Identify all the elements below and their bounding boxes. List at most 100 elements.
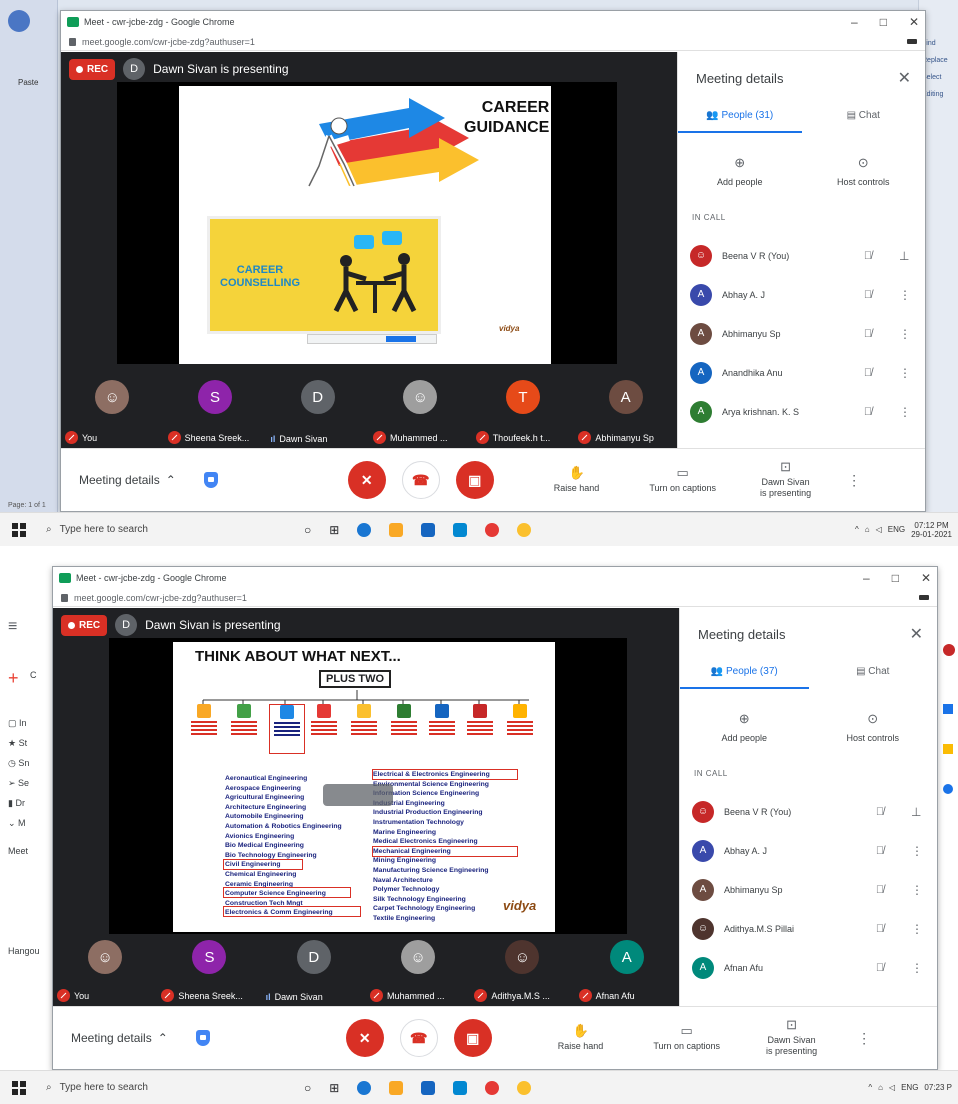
clock[interactable]: 07:23 P [924,1083,952,1092]
tile-abhimanyu[interactable]: A Abhimanyu Sp [574,366,677,448]
opera-icon[interactable] [485,1080,500,1095]
volume-icon[interactable]: ◁ [876,525,882,534]
network-icon[interactable]: ⌂ [878,1083,883,1092]
cortana-icon[interactable]: ○ [304,1081,311,1095]
leave-call-button[interactable]: ☎ [399,1019,438,1057]
office-button-icon[interactable] [8,10,30,32]
windows-start-icon[interactable] [12,522,26,537]
camera-indicator-icon[interactable] [907,39,917,44]
replace-label[interactable]: Replace [922,57,955,64]
url-text[interactable]: meet.google.com/cwr-jcbe-zdg?authuser=1 [82,37,255,47]
list-item[interactable]: A Afnan Afu 🎙̸ ⋮ [680,948,937,987]
meeting-details-toggle[interactable]: Meeting details ⌃ [79,473,176,487]
task-view-icon[interactable]: ⊞ [329,1081,339,1095]
address-bar[interactable]: meet.google.com/cwr-jcbe-zdg?authuser=1 [61,33,925,51]
hamburger-icon[interactable]: ≡ [8,618,17,636]
select-label[interactable]: Select [922,74,955,81]
compose-label[interactable]: C [30,670,37,680]
list-item[interactable]: ☺ Adithya.M.S Pillai 🎙̸ ⋮ [680,909,937,948]
list-item[interactable]: A Abhimanyu Sp 🎙̸ ⋮ [678,314,925,353]
host-controls-button[interactable]: ⊙ Host controls [809,711,938,743]
tile-muhammed[interactable]: ☺ Muhammed ... [369,366,472,448]
maximize-icon[interactable]: □ [880,15,887,29]
more-options-icon[interactable]: ⋮ [857,1030,871,1047]
drafts-item[interactable]: ▮ Dr [8,798,25,809]
tray-chevron-icon[interactable]: ^ [855,525,859,534]
edge-icon[interactable] [357,522,372,537]
sent-item[interactable]: ➢ Se [8,778,29,789]
presenting-button[interactable]: ⊡ Dawn Sivan is presenting [760,460,811,499]
find-label[interactable]: Find [922,40,955,47]
tab-people[interactable]: 👥 People (37) [680,666,809,689]
clock[interactable]: 07:12 PM 29-01-2021 [911,521,952,539]
minimize-icon[interactable]: – [863,571,870,585]
camera-toggle-button[interactable]: ▣ [455,461,494,499]
list-item[interactable]: A Abhay A. J 🎙̸ ⋮ [678,275,925,314]
tasks-icon[interactable] [943,784,953,794]
close-icon[interactable]: ✕ [909,15,919,29]
tile-dawn[interactable]: Dıl Dawn Sivan [262,934,366,1006]
host-controls-button[interactable]: ⊙ Host controls [802,155,926,187]
edge-icon[interactable] [357,1080,372,1095]
tab-people[interactable]: 👥 People (31) [678,110,802,133]
address-bar[interactable]: meet.google.com/cwr-jcbe-zdg?authuser=1 [53,589,937,607]
shield-icon[interactable] [203,472,218,488]
presenting-button[interactable]: ⊡ Dawn Sivan is presenting [766,1018,817,1057]
more-options-icon[interactable]: ⋮ [847,472,861,489]
list-item[interactable]: A Abhimanyu Sp 🎙̸ ⋮ [680,870,937,909]
language-indicator[interactable]: ENG [901,1083,918,1092]
close-panel-icon[interactable]: ✕ [910,624,923,644]
add-people-button[interactable]: ⊕ Add people [680,711,809,743]
chrome-icon[interactable] [517,1080,532,1095]
word-icon[interactable] [453,522,468,537]
close-panel-icon[interactable]: ✕ [898,68,911,88]
volume-icon[interactable]: ◁ [889,1083,895,1092]
presentation-hover-overlay[interactable] [323,784,393,806]
more-icon[interactable]: ⋮ [911,922,923,936]
camera-indicator-icon[interactable] [919,595,929,600]
mic-toggle-button[interactable]: ✕ [345,1019,384,1057]
meeting-details-toggle[interactable]: Meeting details ⌃ [71,1031,168,1045]
file-explorer-icon[interactable] [389,522,404,537]
more-icon[interactable]: ⋮ [911,844,923,858]
tile-you[interactable]: ☺ You [53,934,157,1006]
tab-chat[interactable]: ▤ Chat [802,110,926,133]
keep-icon[interactable] [943,744,953,754]
store-icon[interactable] [421,1080,436,1095]
file-explorer-icon[interactable] [389,1080,404,1095]
captions-button[interactable]: ▭ Turn on captions [653,1024,720,1052]
calendar-icon[interactable] [943,704,953,714]
starred-item[interactable]: ★ St [8,738,27,749]
maximize-icon[interactable]: □ [892,571,899,585]
tile-adithya[interactable]: ☺ Adithya.M.S ... [470,934,574,1006]
chrome-icon[interactable] [517,522,532,537]
tile-thoufeek[interactable]: T Thoufeek.h t... [472,366,575,448]
tile-dawn[interactable]: Dıl Dawn Sivan [266,366,369,448]
list-item[interactable]: A Arya krishnan. K. S 🎙̸ ⋮ [678,392,925,431]
close-icon[interactable]: ✕ [921,571,931,585]
pin-icon[interactable]: ⊥ [899,249,909,263]
add-people-button[interactable]: ⊕ Add people [678,155,802,187]
tile-sheena[interactable]: S Sheena Sreek... [164,366,267,448]
language-indicator[interactable]: ENG [888,525,905,534]
tile-sheena[interactable]: S Sheena Sreek... [157,934,261,1006]
paste-label[interactable]: Paste [18,78,38,87]
raise-hand-button[interactable]: ✋ Raise hand [554,466,600,494]
more-icon[interactable]: ⋮ [899,366,911,380]
tile-afnan[interactable]: A Afnan Afu [575,934,679,1006]
url-text[interactable]: meet.google.com/cwr-jcbe-zdg?authuser=1 [74,593,247,603]
more-icon[interactable]: ⋮ [899,327,911,341]
task-view-icon[interactable]: ⊞ [329,523,339,537]
more-icon[interactable]: ⋮ [911,883,923,897]
snoozed-item[interactable]: ◷ Sn [8,758,29,769]
raise-hand-button[interactable]: ✋ Raise hand [558,1024,604,1052]
tab-chat[interactable]: ▤ Chat [809,666,938,689]
account-avatar[interactable] [943,644,955,656]
cortana-icon[interactable]: ○ [304,523,311,537]
captions-button[interactable]: ▭ Turn on captions [649,466,716,494]
more-icon[interactable]: ⋮ [899,288,911,302]
list-item[interactable]: A Anandhika Anu 🎙̸ ⋮ [678,353,925,392]
word-icon[interactable] [453,1080,468,1095]
more-item[interactable]: ⌄ M [8,818,26,829]
more-icon[interactable]: ⋮ [911,961,923,975]
